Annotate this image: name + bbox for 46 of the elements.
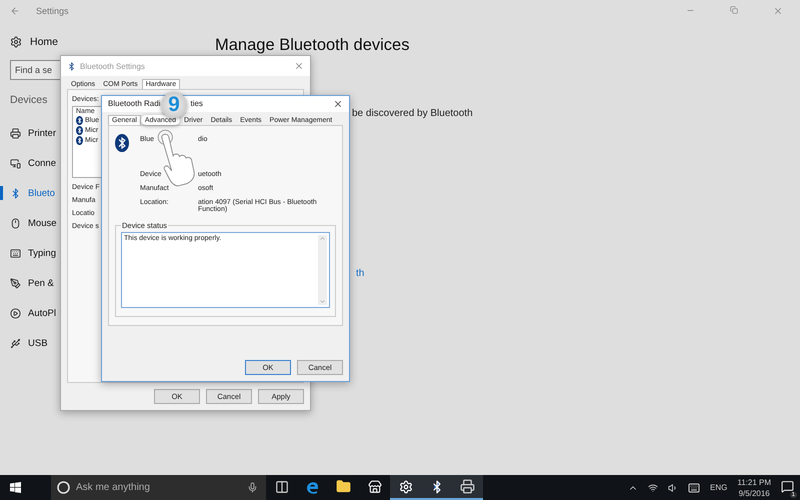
bluetooth-icon [67, 62, 76, 70]
section-heading: Devices [10, 94, 48, 106]
browser-e-icon[interactable] [306, 480, 320, 494]
mouse-icon [10, 218, 21, 228]
usb-icon [10, 338, 21, 348]
clock[interactable]: 11:21 PM 9/5/2016 [737, 478, 771, 498]
folder-icon[interactable] [336, 479, 351, 494]
sidebar-item[interactable]: Conne [0, 148, 56, 178]
home-link[interactable]: Home [10, 36, 58, 48]
language-indicator[interactable]: ENG [710, 483, 728, 492]
settings-link[interactable]: th [356, 268, 364, 279]
keyboard-icon[interactable] [688, 482, 700, 494]
gear-icon [10, 36, 22, 48]
sidebar-item[interactable]: Typing [0, 238, 56, 268]
sidebar-item[interactable]: Mouse [0, 208, 57, 238]
dialog-title: Bluetooth Radi [108, 99, 160, 108]
printer-icon[interactable] [460, 479, 475, 494]
search-field[interactable]: Ask me anything [51, 475, 266, 500]
shopping-bag-icon[interactable] [368, 480, 382, 494]
dialog-title: Bluetooth Settings [80, 62, 145, 70]
bluetooth-icon [115, 134, 129, 152]
pen-icon [10, 278, 21, 288]
bluetooth-icon [10, 188, 21, 198]
sidebar-item[interactable]: Printer [0, 118, 56, 148]
keyboard-icon [10, 248, 21, 258]
microphone-icon[interactable] [247, 482, 258, 493]
restore-icon[interactable] [730, 6, 738, 14]
sidebar-item[interactable]: Blueto [0, 178, 55, 208]
back-arrow-icon[interactable] [10, 6, 20, 16]
speaker-icon[interactable] [668, 482, 678, 492]
monitor-phone-icon [10, 158, 21, 168]
dialog-title: ties [190, 99, 203, 108]
printer-icon [10, 128, 21, 138]
discover-text: be discovered by Bluetooth [352, 108, 473, 119]
sidebar-item[interactable]: AutoPl [0, 298, 56, 328]
sidebar-item[interactable]: USB [0, 328, 48, 358]
settings-icon[interactable] [398, 480, 412, 494]
page-heading: Manage Bluetooth devices [215, 36, 410, 55]
cortana-circle-icon [57, 481, 70, 494]
task-view-icon[interactable] [274, 480, 288, 494]
windows-logo-icon[interactable] [10, 482, 21, 493]
close-icon[interactable] [333, 98, 343, 109]
play-circle-icon [10, 308, 21, 318]
sidebar-item[interactable]: Pen & [0, 268, 54, 298]
window-title: Settings [36, 6, 69, 16]
network-icon[interactable] [648, 482, 658, 492]
